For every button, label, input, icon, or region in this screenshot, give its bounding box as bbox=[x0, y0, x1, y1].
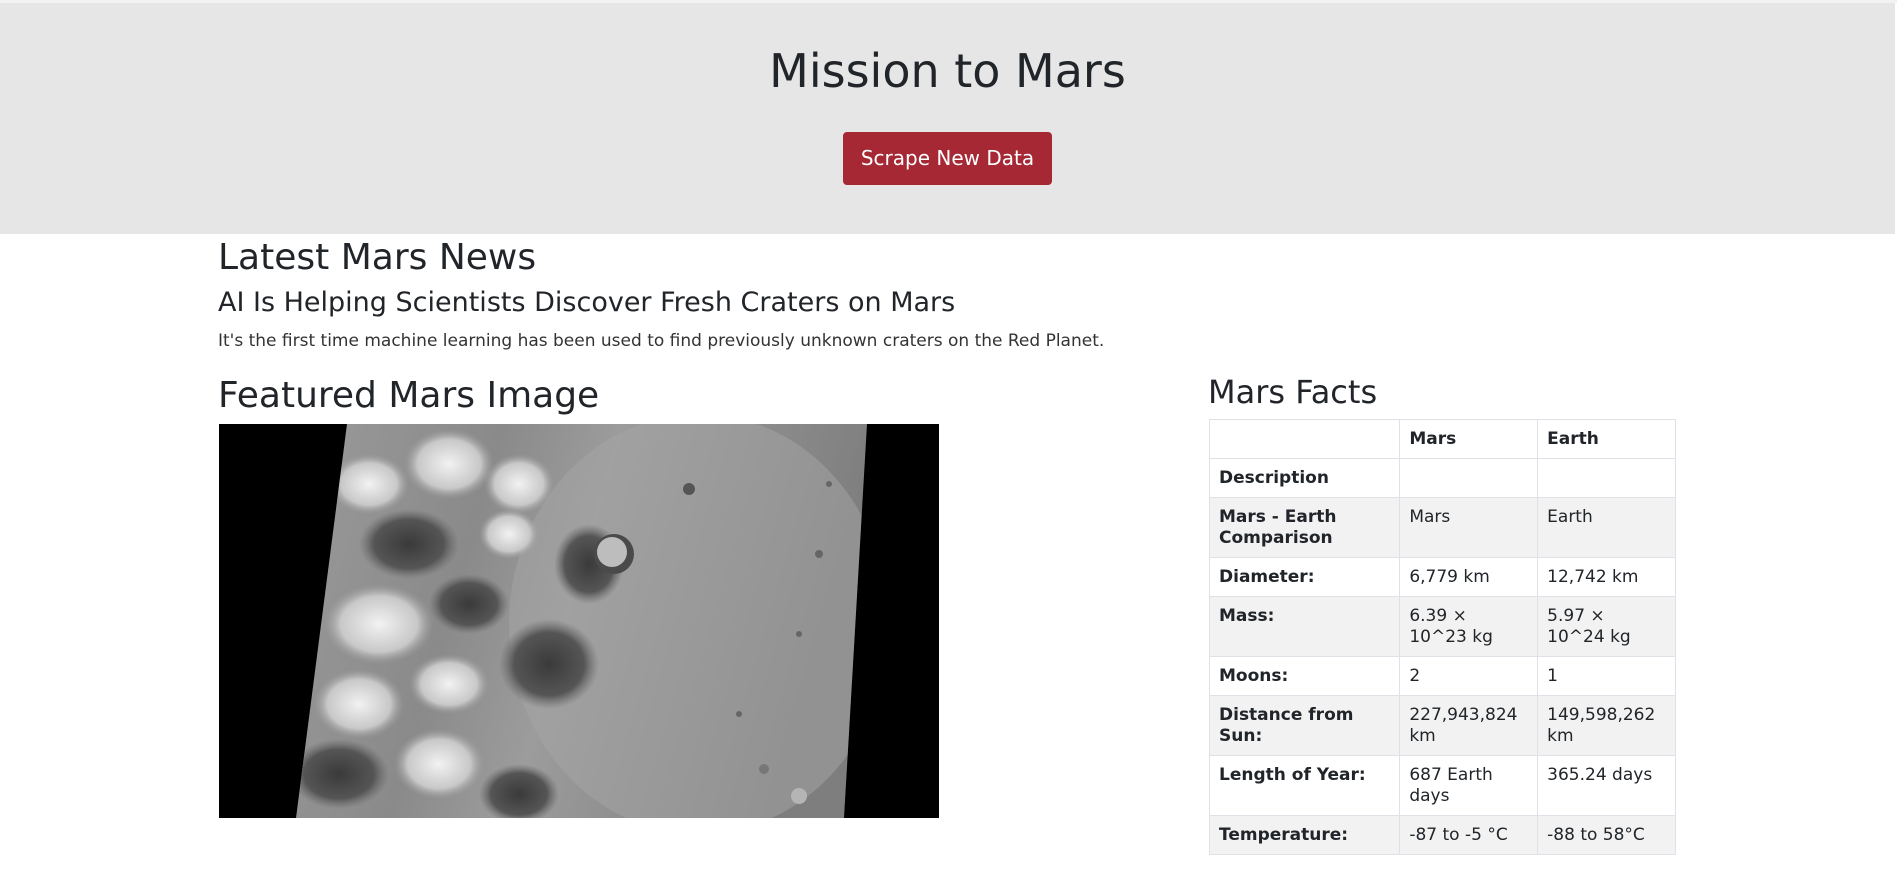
latest-news-heading: Latest Mars News bbox=[218, 237, 537, 278]
row-label: Mass: bbox=[1208, 596, 1401, 657]
earth-value bbox=[1537, 458, 1676, 498]
table-row: Temperature: -87 to -5 °C -88 to 58°C bbox=[1208, 815, 1676, 855]
mars-value: 6,779 km bbox=[1399, 557, 1539, 597]
table-header-row: Mars Earth bbox=[1208, 419, 1676, 459]
row-label: Length of Year: bbox=[1208, 755, 1401, 816]
mars-value bbox=[1399, 458, 1539, 498]
earth-value: 365.24 days bbox=[1537, 755, 1676, 816]
column-header-earth: Earth bbox=[1537, 419, 1676, 459]
row-label: Distance from Sun: bbox=[1208, 695, 1401, 756]
row-label: Temperature: bbox=[1208, 815, 1401, 855]
row-label: Moons: bbox=[1208, 656, 1401, 696]
table-row: Diameter: 6,779 km 12,742 km bbox=[1208, 557, 1676, 597]
header-jumbotron: Mission to Mars Scrape New Data bbox=[0, 3, 1895, 234]
column-header bbox=[1208, 419, 1401, 459]
table-row: Mars - Earth Comparison Mars Earth bbox=[1208, 497, 1676, 558]
row-label: Mars - Earth Comparison bbox=[1208, 497, 1401, 558]
row-label: Description bbox=[1208, 458, 1401, 498]
mars-value: -87 to -5 °C bbox=[1399, 815, 1539, 855]
news-teaser: It's the first time machine learning has… bbox=[218, 331, 1105, 351]
news-title: AI Is Helping Scientists Discover Fresh … bbox=[218, 287, 956, 318]
earth-value: 5.97 × 10^24 kg bbox=[1537, 596, 1676, 657]
mars-value: 2 bbox=[1399, 656, 1539, 696]
mars-facts-heading: Mars Facts bbox=[1208, 373, 1378, 411]
mars-surface-picture bbox=[219, 424, 939, 818]
row-label: Diameter: bbox=[1208, 557, 1401, 597]
earth-value: 1 bbox=[1537, 656, 1676, 696]
column-header-mars: Mars bbox=[1399, 419, 1539, 459]
mars-value: 227,943,824 km bbox=[1399, 695, 1539, 756]
earth-value: 12,742 km bbox=[1537, 557, 1676, 597]
table-row: Moons: 2 1 bbox=[1208, 656, 1676, 696]
table-row: Distance from Sun: 227,943,824 km 149,59… bbox=[1208, 695, 1676, 756]
mars-facts-table: Mars Earth Description Mars - Earth Comp… bbox=[1208, 419, 1676, 855]
scrape-new-data-button[interactable]: Scrape New Data bbox=[843, 132, 1052, 185]
page-title: Mission to Mars bbox=[769, 44, 1126, 98]
earth-value: -88 to 58°C bbox=[1537, 815, 1676, 855]
mars-value: Mars bbox=[1399, 497, 1539, 558]
table-row: Mass: 6.39 × 10^23 kg 5.97 × 10^24 kg bbox=[1208, 596, 1676, 657]
featured-mars-image[interactable] bbox=[219, 424, 939, 818]
featured-image-heading: Featured Mars Image bbox=[218, 375, 600, 416]
mars-value: 6.39 × 10^23 kg bbox=[1399, 596, 1539, 657]
table-row: Description bbox=[1208, 458, 1676, 498]
earth-value: 149,598,262 km bbox=[1537, 695, 1676, 756]
earth-value: Earth bbox=[1537, 497, 1676, 558]
table-row: Length of Year: 687 Earth days 365.24 da… bbox=[1208, 755, 1676, 816]
mars-value: 687 Earth days bbox=[1399, 755, 1539, 816]
